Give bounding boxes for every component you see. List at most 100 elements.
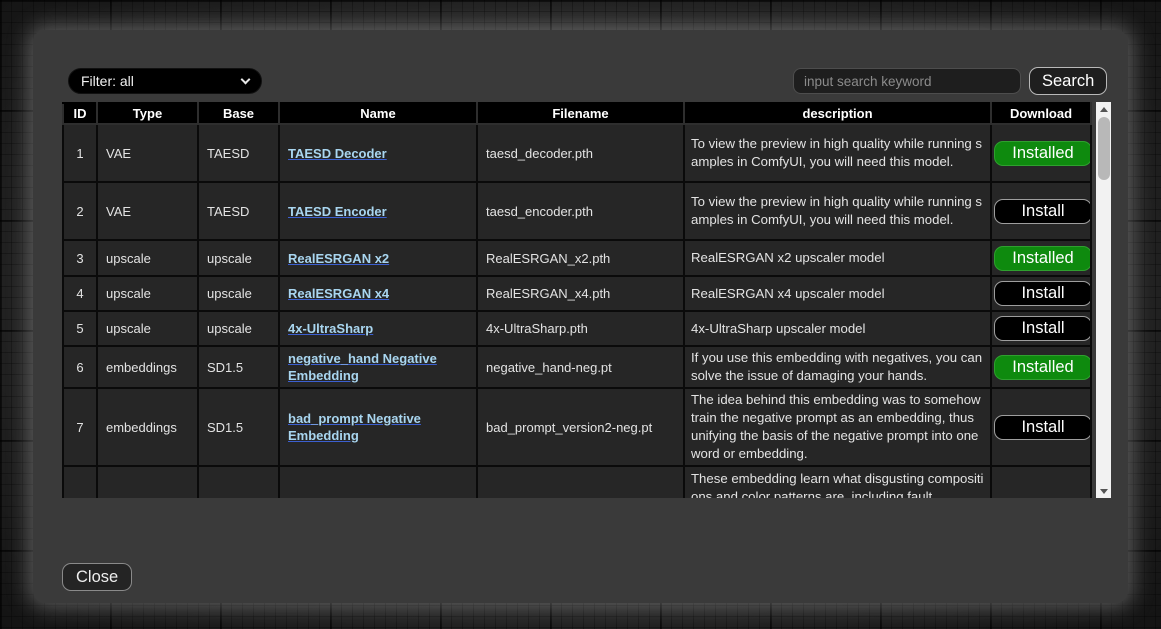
cell-name: RealESRGAN x4 bbox=[279, 276, 477, 311]
filter-select[interactable]: Filter: all bbox=[68, 68, 262, 94]
cell-name: RealESRGAN x2 bbox=[279, 240, 477, 276]
search-input[interactable] bbox=[793, 68, 1021, 94]
table-row: 6 embeddings SD1.5 negative_hand Negativ… bbox=[63, 346, 1091, 388]
cell-download: Installed bbox=[991, 240, 1091, 276]
cell-name bbox=[279, 466, 477, 498]
cell-id: 7 bbox=[63, 388, 97, 466]
cell-name: bad_prompt Negative Embedding bbox=[279, 388, 477, 466]
cell-name: TAESD Encoder bbox=[279, 182, 477, 240]
cell-name: 4x-UltraSharp bbox=[279, 311, 477, 346]
cell-type: upscale bbox=[97, 240, 198, 276]
installed-button[interactable]: Installed bbox=[994, 355, 1091, 380]
column-header-type: Type bbox=[97, 103, 198, 124]
table-row: 3 upscale upscale RealESRGAN x2 RealESRG… bbox=[63, 240, 1091, 276]
cell-description: To view the preview in high quality whil… bbox=[684, 182, 991, 240]
models-table: IDTypeBaseNameFilenamedescriptionDownloa… bbox=[62, 102, 1092, 498]
cell-id: 1 bbox=[63, 124, 97, 182]
cell-base: upscale bbox=[198, 240, 279, 276]
search-button[interactable]: Search bbox=[1029, 67, 1107, 95]
scrollbar-down-button[interactable] bbox=[1096, 484, 1111, 498]
scrollbar-thumb[interactable] bbox=[1098, 117, 1110, 180]
cell-base: upscale bbox=[198, 311, 279, 346]
close-button[interactable]: Close bbox=[62, 563, 132, 591]
table-row: 7 embeddings SD1.5 bad_prompt Negative E… bbox=[63, 388, 1091, 466]
cell-description: RealESRGAN x4 upscaler model bbox=[684, 276, 991, 311]
install-models-dialog: Filter: all Search IDTypeBaseNameFilenam… bbox=[33, 30, 1128, 603]
install-button[interactable]: Install bbox=[994, 199, 1091, 224]
cell-base: TAESD bbox=[198, 124, 279, 182]
cell-filename: negative_hand-neg.pt bbox=[477, 346, 684, 388]
cell-filename: RealESRGAN_x4.pth bbox=[477, 276, 684, 311]
table-row: 5 upscale upscale 4x-UltraSharp 4x-Ultra… bbox=[63, 311, 1091, 346]
scrollbar-up-button[interactable] bbox=[1096, 102, 1111, 116]
column-header-download: Download bbox=[991, 103, 1091, 124]
cell-type: VAE bbox=[97, 182, 198, 240]
cell-id: 3 bbox=[63, 240, 97, 276]
model-link[interactable]: 4x-UltraSharp bbox=[288, 321, 373, 336]
cell-base: SD1.5 bbox=[198, 346, 279, 388]
cell-id: 5 bbox=[63, 311, 97, 346]
table-row: 4 upscale upscale RealESRGAN x4 RealESRG… bbox=[63, 276, 1091, 311]
table-scrollbar[interactable] bbox=[1096, 102, 1111, 498]
table-row: 2 VAE TAESD TAESD Encoder taesd_encoder.… bbox=[63, 182, 1091, 240]
model-link[interactable]: TAESD Decoder bbox=[288, 146, 387, 161]
cell-download: Install bbox=[991, 276, 1091, 311]
column-header-filename: Filename bbox=[477, 103, 684, 124]
cell-download: Installed bbox=[991, 124, 1091, 182]
cell-description: These embedding learn what disgusting co… bbox=[684, 466, 991, 498]
cell-download: Install bbox=[991, 182, 1091, 240]
column-header-name: Name bbox=[279, 103, 477, 124]
cell-type: embeddings bbox=[97, 346, 198, 388]
cell-type: upscale bbox=[97, 311, 198, 346]
cell-type: upscale bbox=[97, 276, 198, 311]
model-link[interactable]: bad_prompt Negative Embedding bbox=[288, 411, 421, 443]
cell-base: TAESD bbox=[198, 182, 279, 240]
cell-description: The idea behind this embedding was to so… bbox=[684, 388, 991, 466]
triangle-up-icon bbox=[1100, 107, 1108, 112]
cell-download: Install bbox=[991, 388, 1091, 466]
model-link[interactable]: RealESRGAN x4 bbox=[288, 286, 389, 301]
triangle-down-icon bbox=[1100, 489, 1108, 494]
cell-base bbox=[198, 466, 279, 498]
cell-filename: taesd_encoder.pth bbox=[477, 182, 684, 240]
model-link[interactable]: negative_hand Negative Embedding bbox=[288, 351, 437, 383]
column-header-base: Base bbox=[198, 103, 279, 124]
cell-type: VAE bbox=[97, 124, 198, 182]
filter-dropdown-wrap: Filter: all bbox=[68, 68, 262, 94]
cell-type bbox=[97, 466, 198, 498]
cell-download: Install bbox=[991, 311, 1091, 346]
cell-download: Installed bbox=[991, 346, 1091, 388]
install-button[interactable]: Install bbox=[994, 281, 1091, 306]
cell-base: SD1.5 bbox=[198, 388, 279, 466]
table-row: These embedding learn what disgusting co… bbox=[63, 466, 1091, 498]
cell-name: negative_hand Negative Embedding bbox=[279, 346, 477, 388]
cell-filename: 4x-UltraSharp.pth bbox=[477, 311, 684, 346]
install-button[interactable]: Install bbox=[994, 415, 1091, 440]
cell-base: upscale bbox=[198, 276, 279, 311]
table-row: 1 VAE TAESD TAESD Decoder taesd_decoder.… bbox=[63, 124, 1091, 182]
model-link[interactable]: RealESRGAN x2 bbox=[288, 251, 389, 266]
cell-name: TAESD Decoder bbox=[279, 124, 477, 182]
install-button[interactable]: Install bbox=[994, 316, 1091, 341]
cell-filename: RealESRGAN_x2.pth bbox=[477, 240, 684, 276]
column-header-id: ID bbox=[63, 103, 97, 124]
cell-type: embeddings bbox=[97, 388, 198, 466]
model-link[interactable]: TAESD Encoder bbox=[288, 204, 387, 219]
cell-filename: taesd_decoder.pth bbox=[477, 124, 684, 182]
cell-download bbox=[991, 466, 1091, 498]
column-header-description: description bbox=[684, 103, 991, 124]
cell-description: If you use this embedding with negatives… bbox=[684, 346, 991, 388]
cell-description: RealESRGAN x2 upscaler model bbox=[684, 240, 991, 276]
cell-description: To view the preview in high quality whil… bbox=[684, 124, 991, 182]
installed-button[interactable]: Installed bbox=[994, 141, 1091, 166]
cell-id: 2 bbox=[63, 182, 97, 240]
cell-id: 4 bbox=[63, 276, 97, 311]
cell-filename: bad_prompt_version2-neg.pt bbox=[477, 388, 684, 466]
table-header-row: IDTypeBaseNameFilenamedescriptionDownloa… bbox=[63, 103, 1091, 124]
installed-button[interactable]: Installed bbox=[994, 246, 1091, 271]
cell-filename bbox=[477, 466, 684, 498]
cell-description: 4x-UltraSharp upscaler model bbox=[684, 311, 991, 346]
cell-id bbox=[63, 466, 97, 498]
models-table-container: IDTypeBaseNameFilenamedescriptionDownloa… bbox=[62, 102, 1111, 498]
cell-id: 6 bbox=[63, 346, 97, 388]
